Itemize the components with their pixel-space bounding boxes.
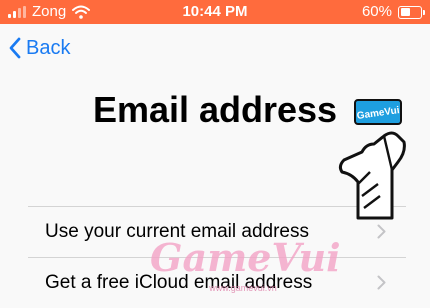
chevron-left-icon [9, 37, 21, 59]
back-button[interactable]: Back [8, 34, 70, 62]
watermark-url: www.gamevui.vn [209, 283, 277, 293]
battery-icon [398, 5, 425, 19]
battery-tip [423, 9, 425, 15]
back-label: Back [26, 37, 71, 59]
battery-level-fill [400, 8, 411, 16]
status-right: 60% [361, 3, 425, 20]
status-bar: Zong 10:44 PM 60% [0, 0, 430, 24]
pointing-hand-icon [338, 131, 406, 220]
battery-percent: 60% [361, 3, 392, 20]
chevron-right-icon [377, 224, 386, 239]
chevron-right-icon [377, 275, 386, 290]
watermark-logo: GameVui [150, 235, 341, 280]
